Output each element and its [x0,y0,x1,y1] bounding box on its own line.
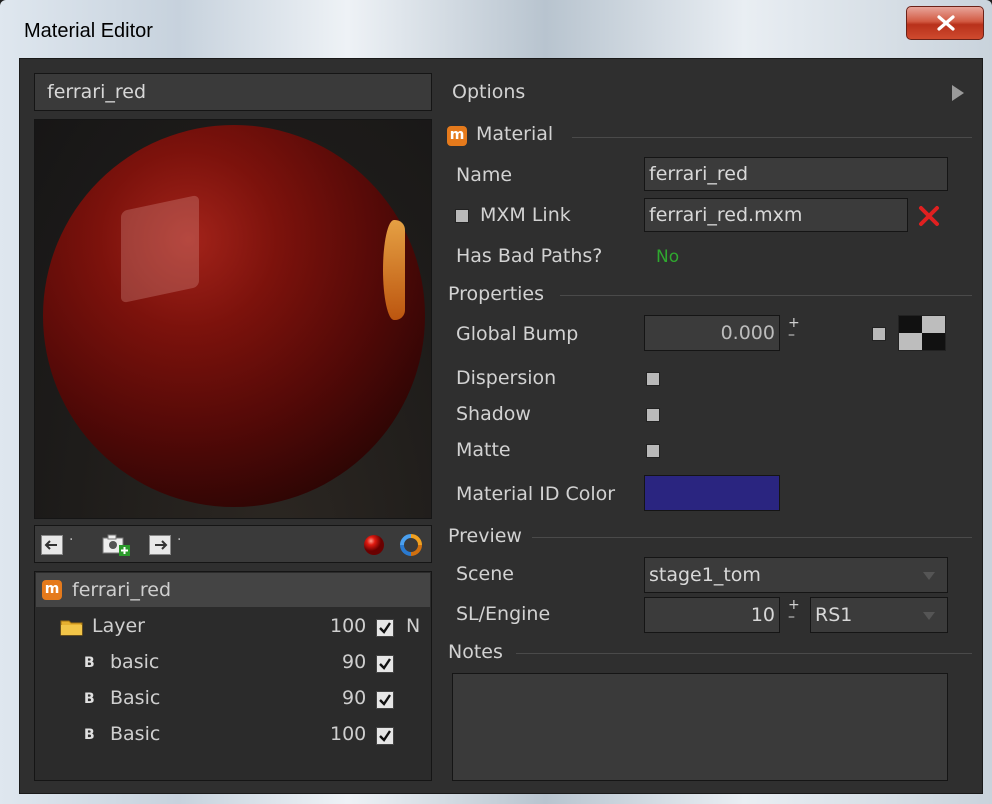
scene-label: Scene [456,563,514,585]
chevron-down-icon [923,612,935,620]
arrow-right-icon [149,535,171,555]
arrow-left-icon [41,535,63,555]
next-dropdown-icon[interactable]: · [177,532,181,548]
has-bad-paths-label: Has Bad Paths? [456,245,603,267]
tree-item-checkbox[interactable] [376,655,394,673]
editor-client-area: ferrari_red · · m ferrari_red Layer 100 … [19,58,983,794]
bump-map-checkbox[interactable] [872,327,886,341]
brdf-icon: B [84,691,95,707]
sl-field[interactable]: 10 [644,597,780,633]
matte-checkbox[interactable] [646,444,660,458]
previous-dropdown-icon[interactable]: · [69,532,73,548]
matte-label: Matte [456,439,511,461]
sl-spinner[interactable]: + – [788,598,800,624]
tree-item-checkbox[interactable] [376,691,394,709]
mxm-path-field[interactable]: ferrari_red.mxm [644,198,908,232]
dispersion-checkbox[interactable] [646,372,660,386]
title-bar[interactable]: Material Editor [0,0,992,58]
tree-layer-checkbox[interactable] [376,619,394,637]
sphere-highlight-right [383,220,405,320]
checkmark-icon [379,658,391,670]
bump-texture-button[interactable] [898,315,946,351]
material-editor-window: Material Editor ferrari_red · · m ferrar… [0,0,992,804]
material-preview-sphere [43,125,425,507]
chevron-down-icon [923,572,935,580]
tree-item-checkbox[interactable] [376,727,394,745]
remove-x-icon [919,206,939,226]
mxm-link-checkbox[interactable] [455,209,469,223]
material-name-field[interactable]: ferrari_red [644,157,948,191]
options-label: Options [452,81,526,103]
refresh-icon [400,534,422,556]
previous-material-button[interactable] [41,535,63,559]
checkmark-icon [379,694,391,706]
name-label: Name [456,164,513,186]
tree-layer-extra: N [406,615,421,637]
dispersion-label: Dispersion [456,367,557,389]
checkmark-icon [379,730,391,742]
render-button[interactable] [363,534,385,560]
brdf-icon: B [84,727,95,743]
scene-dropdown-value: stage1_tom [649,564,761,586]
tree-layer-label: Layer [92,615,145,637]
layer-tree[interactable]: m ferrari_red Layer 100 N B basic 90 B B… [34,571,432,781]
global-bump-spinner[interactable]: + – [788,316,800,342]
snapshot-button[interactable] [101,532,131,560]
engine-dropdown-value: RS1 [815,604,853,626]
tree-item-value: 100 [330,723,367,745]
properties-section-title: Properties [448,283,545,305]
folder-icon [60,620,83,636]
has-bad-paths-value: No [656,247,680,267]
shadow-label: Shadow [456,403,531,425]
mxm-link-label: MXM Link [480,204,571,226]
red-sphere-icon [364,535,384,555]
expand-arrow-icon [952,85,964,101]
tree-item-label: basic [110,651,160,673]
tree-item-label: Basic [110,687,161,709]
properties-section-divider [560,295,972,296]
global-bump-label: Global Bump [456,323,579,345]
scene-dropdown[interactable]: stage1_tom [644,557,948,593]
tree-row-layer[interactable]: Layer 100 N [36,610,430,644]
tree-item-value: 90 [342,651,367,673]
material-section-icon: m [447,126,467,146]
tree-row-item[interactable]: B Basic 90 [36,682,430,716]
tree-row-item[interactable]: B basic 90 [36,646,430,680]
material-icon: m [42,580,62,600]
notes-section-divider [516,653,972,654]
refresh-button[interactable] [399,533,423,561]
material-id-color-label: Material ID Color [456,483,616,505]
remove-mxm-button[interactable] [918,205,940,231]
tree-row-item[interactable]: B Basic 100 [36,718,430,752]
tree-item-label: Basic [110,723,161,745]
preview-section-divider [532,537,972,538]
material-name-header-field[interactable]: ferrari_red [34,73,432,111]
window-title: Material Editor [24,20,153,42]
material-id-color-swatch[interactable] [644,475,780,511]
checkmark-icon [379,622,391,634]
options-header[interactable]: Options [446,75,972,111]
global-bump-field[interactable]: 0.000 [644,315,780,351]
tree-row-root[interactable]: m ferrari_red [36,573,430,607]
tree-root-label: ferrari_red [72,579,172,601]
material-preview-panel[interactable] [34,119,432,519]
tree-layer-value: 100 [330,615,367,637]
preview-section-title: Preview [448,525,522,547]
next-material-button[interactable] [149,535,171,559]
shadow-checkbox[interactable] [646,408,660,422]
sl-engine-label: SL/Engine [456,603,551,625]
material-section-divider [572,137,972,138]
close-button[interactable] [906,6,984,40]
notes-section-title: Notes [448,641,503,663]
material-section-title: Material [476,123,554,145]
tree-item-value: 90 [342,687,367,709]
preview-toolbar: · · [34,525,432,563]
notes-textarea[interactable] [452,673,948,781]
brdf-icon: B [84,655,95,671]
close-icon [937,15,955,31]
checker-texture-icon [899,316,945,350]
sphere-highlight-left [121,194,199,304]
engine-dropdown[interactable]: RS1 [810,597,948,633]
camera-add-icon [102,534,130,556]
